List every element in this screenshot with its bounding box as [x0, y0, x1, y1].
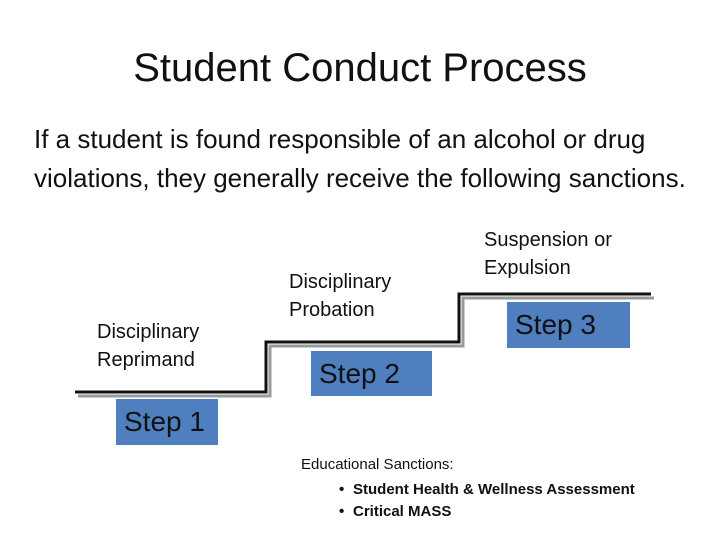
list-item: • Critical MASS [339, 501, 635, 523]
bullet-icon: • [339, 503, 345, 520]
educational-sanctions-list: • Student Health & Wellness Assessment •… [301, 479, 635, 523]
educational-sanctions: Educational Sanctions: • Student Health … [301, 456, 635, 523]
step-3-box: Step 3 [507, 302, 630, 348]
step-2-box: Step 2 [311, 351, 432, 396]
step-1-box: Step 1 [116, 399, 218, 445]
list-item: • Student Health & Wellness Assessment [339, 479, 635, 501]
educational-sanctions-title: Educational Sanctions: [301, 456, 454, 473]
list-item-text: Critical MASS [353, 503, 452, 520]
bullet-icon: • [339, 481, 345, 498]
list-item-text: Student Health & Wellness Assessment [353, 481, 635, 498]
